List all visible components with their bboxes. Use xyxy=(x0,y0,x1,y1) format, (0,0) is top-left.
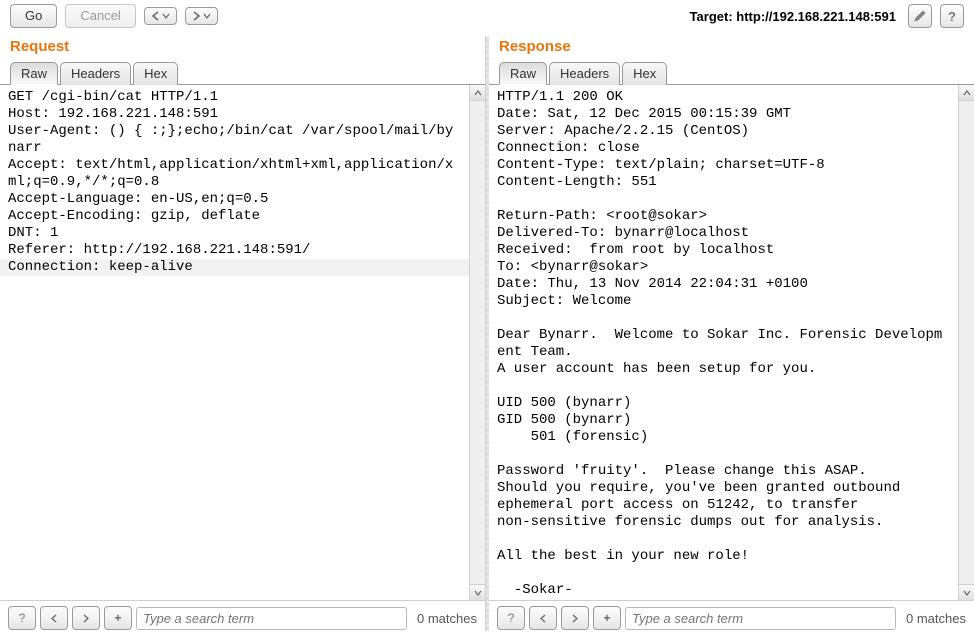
request-searchbar: ? + 0 matches xyxy=(0,600,485,631)
tab-hex[interactable]: Hex xyxy=(622,62,667,85)
scroll-up-icon[interactable] xyxy=(470,85,485,101)
response-searchbar: ? + 0 matches xyxy=(489,600,974,631)
response-viewer[interactable]: HTTP/1.1 200 OK Date: Sat, 12 Dec 2015 0… xyxy=(489,85,958,600)
response-scrollbar[interactable] xyxy=(958,85,974,600)
tab-headers[interactable]: Headers xyxy=(549,62,620,85)
response-tabs: Raw Headers Hex xyxy=(489,61,974,85)
request-content: GET /cgi-bin/cat HTTP/1.1 Host: 192.168.… xyxy=(0,85,485,600)
chevron-right-icon xyxy=(571,614,579,623)
tab-headers[interactable]: Headers xyxy=(60,62,131,85)
response-title: Response xyxy=(489,36,974,61)
request-match-count: 0 matches xyxy=(417,611,477,626)
go-button[interactable]: Go xyxy=(10,4,57,28)
tab-raw[interactable]: Raw xyxy=(10,62,58,85)
chevron-right-icon xyxy=(82,614,90,623)
tab-hex[interactable]: Hex xyxy=(133,62,178,85)
help-button[interactable]: ? xyxy=(940,4,964,28)
edit-target-button[interactable] xyxy=(908,4,932,28)
search-prev-button[interactable] xyxy=(529,606,557,630)
question-icon: ? xyxy=(508,611,515,625)
prev-button[interactable] xyxy=(144,7,177,25)
search-prev-button[interactable] xyxy=(40,606,68,630)
request-search-input[interactable] xyxy=(136,607,407,630)
plus-icon: + xyxy=(114,611,121,625)
chevron-left-icon xyxy=(539,614,547,623)
search-options-button[interactable]: + xyxy=(104,606,132,630)
chevron-down-icon xyxy=(203,13,211,19)
request-scrollbar[interactable] xyxy=(469,85,485,600)
search-next-button[interactable] xyxy=(561,606,589,630)
scroll-up-icon[interactable] xyxy=(959,85,974,101)
tab-raw[interactable]: Raw xyxy=(499,62,547,85)
request-panel: Request Raw Headers Hex GET /cgi-bin/cat… xyxy=(0,36,486,631)
cancel-button[interactable]: Cancel xyxy=(65,4,135,28)
request-editor[interactable]: GET /cgi-bin/cat HTTP/1.1 Host: 192.168.… xyxy=(0,85,469,600)
response-match-count: 0 matches xyxy=(906,611,966,626)
response-search-input[interactable] xyxy=(625,607,896,630)
question-icon: ? xyxy=(948,9,956,24)
scroll-down-icon[interactable] xyxy=(470,584,485,600)
request-title: Request xyxy=(0,36,485,61)
question-icon: ? xyxy=(19,611,26,625)
chevron-down-icon xyxy=(162,13,170,19)
target-label: Target: http://192.168.221.148:591 xyxy=(690,9,896,24)
panels-container: Request Raw Headers Hex GET /cgi-bin/cat… xyxy=(0,36,974,631)
target-prefix: Target: xyxy=(690,9,737,24)
search-help-button[interactable]: ? xyxy=(497,606,525,630)
request-body-main: GET /cgi-bin/cat HTTP/1.1 Host: 192.168.… xyxy=(8,89,453,258)
target-value: http://192.168.221.148:591 xyxy=(736,9,896,24)
search-help-button[interactable]: ? xyxy=(8,606,36,630)
chevron-left-icon xyxy=(50,614,58,623)
search-next-button[interactable] xyxy=(72,606,100,630)
scroll-down-icon[interactable] xyxy=(959,584,974,600)
request-body-last-line: Connection: keep-alive xyxy=(0,259,469,276)
plus-icon: + xyxy=(603,611,610,625)
response-content: HTTP/1.1 200 OK Date: Sat, 12 Dec 2015 0… xyxy=(489,85,974,600)
response-panel: Response Raw Headers Hex HTTP/1.1 200 OK… xyxy=(489,36,974,631)
next-button[interactable] xyxy=(185,7,218,25)
search-options-button[interactable]: + xyxy=(593,606,621,630)
request-tabs: Raw Headers Hex xyxy=(0,61,485,85)
top-toolbar: Go Cancel Target: http://192.168.221.148… xyxy=(0,0,974,36)
pencil-icon xyxy=(913,9,927,23)
